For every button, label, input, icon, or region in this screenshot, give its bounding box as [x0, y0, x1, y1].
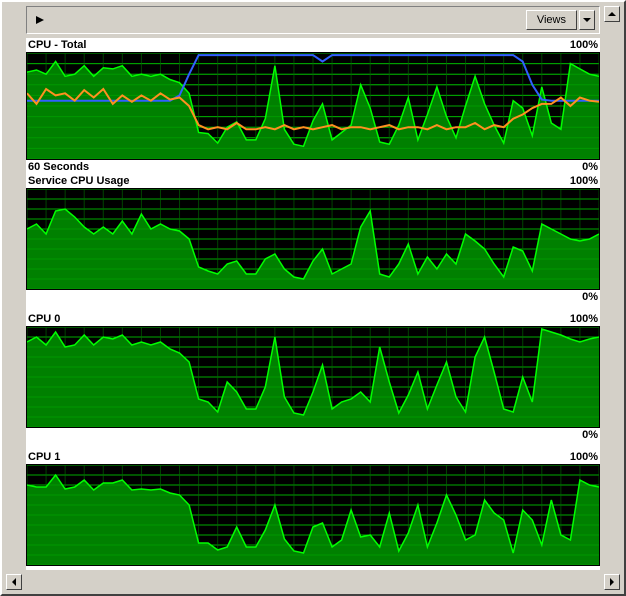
views-button-group: Views [526, 10, 595, 30]
chart-body [26, 326, 600, 428]
scroll-up-button[interactable] [604, 6, 620, 22]
play-button[interactable] [31, 11, 49, 29]
chart-min-label: 0% [582, 428, 598, 442]
arrow-left-icon [12, 578, 16, 586]
chart-header: Service CPU Usage 100% [26, 174, 600, 188]
arrow-right-icon [610, 578, 614, 586]
chart-max-label: 100% [570, 312, 598, 326]
chart-cpu0: CPU 0 100% 0% [26, 312, 600, 442]
window-frame: Views CPU - Total 100% 60 Seconds 0% [0, 0, 626, 596]
chart-min-label: 0% [582, 290, 598, 304]
toolbar: Views [26, 6, 600, 34]
chart-title: CPU 1 [28, 450, 60, 464]
arrow-up-icon [608, 12, 616, 16]
chart-max-label: 100% [570, 174, 598, 188]
chart-max-label: 100% [570, 38, 598, 52]
chart-header: CPU 0 100% [26, 312, 600, 326]
chart-title: CPU - Total [28, 38, 86, 52]
chart-service-cpu: Service CPU Usage 100% 0% [26, 174, 600, 304]
views-button[interactable]: Views [526, 10, 577, 30]
horizontal-scrollbar[interactable] [6, 574, 620, 590]
chart-body [26, 188, 600, 290]
chart-duration-label: 60 Seconds [28, 160, 89, 174]
chart-title: Service CPU Usage [28, 174, 130, 188]
chart-gap [26, 442, 600, 450]
chart-footer: 0% [26, 428, 600, 442]
chart-title: CPU 0 [28, 312, 60, 326]
chart-cpu1: CPU 1 100% [26, 450, 600, 566]
play-icon [35, 15, 45, 25]
chart-gap [26, 304, 600, 312]
chart-max-label: 100% [570, 450, 598, 464]
chart-cpu-total: CPU - Total 100% 60 Seconds 0% [26, 38, 600, 174]
views-dropdown[interactable] [579, 10, 595, 30]
chevron-down-icon [583, 18, 591, 22]
chart-body [26, 52, 600, 160]
vertical-scrollbar[interactable] [604, 6, 620, 590]
chart-min-label: 0% [582, 160, 598, 174]
chart-header: CPU 1 100% [26, 450, 600, 464]
scroll-left-button[interactable] [6, 574, 22, 590]
chart-body [26, 464, 600, 566]
chart-header: CPU - Total 100% [26, 38, 600, 52]
content-area: CPU - Total 100% 60 Seconds 0% Service C… [26, 38, 600, 570]
scroll-right-button[interactable] [604, 574, 620, 590]
chart-footer: 0% [26, 290, 600, 304]
chart-footer: 60 Seconds 0% [26, 160, 600, 174]
